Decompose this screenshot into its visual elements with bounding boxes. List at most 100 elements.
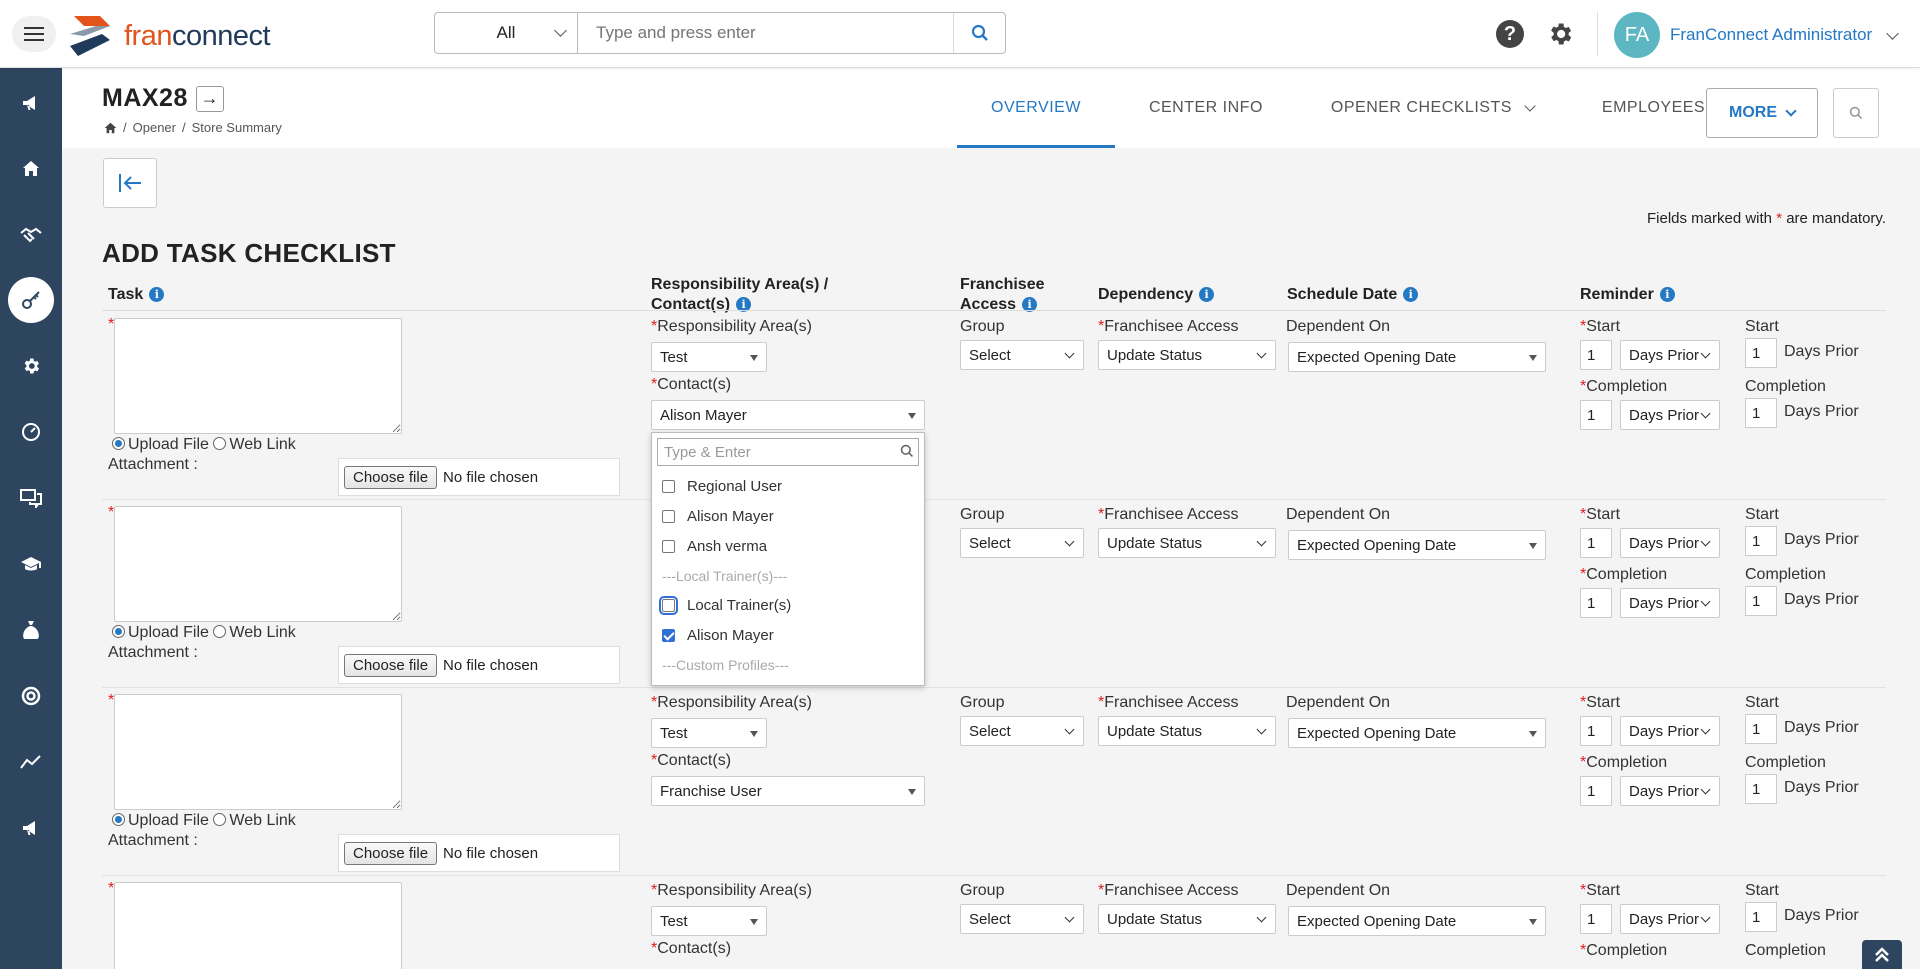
completion-days-input-2[interactable]: 1: [1745, 774, 1777, 804]
web-link-radio[interactable]: [213, 625, 227, 638]
file-input[interactable]: Choose file No file chosen: [338, 646, 620, 684]
upload-file-radio[interactable]: [112, 813, 125, 826]
task-textarea[interactable]: [114, 882, 402, 969]
header-search-button[interactable]: [1833, 88, 1879, 138]
start-days-input-2[interactable]: 1: [1745, 526, 1777, 556]
completion-days-input[interactable]: 1: [1580, 400, 1612, 430]
dropdown-option[interactable]: Local Trainer(s): [659, 596, 791, 615]
collapse-panel-button[interactable]: [103, 158, 157, 208]
start-days-input[interactable]: 1: [1580, 716, 1612, 746]
user-menu[interactable]: FA FranConnect Administrator: [1614, 12, 1900, 58]
responsibility-area-select[interactable]: Test: [651, 718, 767, 748]
task-textarea[interactable]: [114, 318, 402, 434]
tab-overview[interactable]: OVERVIEW: [957, 68, 1115, 148]
start-days-input[interactable]: 1: [1580, 904, 1612, 934]
chevron-down-icon: [1785, 105, 1797, 117]
search-icon: [971, 24, 988, 41]
dropdown-option[interactable]: Alison Mayer: [662, 508, 774, 525]
sidebar-key-icon[interactable]: [8, 277, 54, 323]
group-select[interactable]: Select: [960, 904, 1084, 934]
tab-center-info[interactable]: CENTER INFO: [1115, 68, 1297, 148]
completion-unit-select[interactable]: Days Prior: [1620, 400, 1720, 430]
completion-days-input-2[interactable]: 1: [1745, 586, 1777, 616]
checkbox[interactable]: [662, 540, 675, 553]
file-input[interactable]: Choose file No file chosen: [338, 834, 620, 872]
upload-file-radio[interactable]: [112, 437, 125, 450]
dependent-on-select[interactable]: Expected Opening Date: [1288, 530, 1546, 560]
start-unit-select[interactable]: Days Prior: [1620, 528, 1720, 558]
sidebar-megaphone-icon[interactable]: [8, 805, 54, 851]
completion-unit-select[interactable]: Days Prior: [1620, 588, 1720, 618]
sidebar-money-bag-icon[interactable]: [8, 607, 54, 653]
breadcrumb-store-summary[interactable]: Store Summary: [192, 120, 282, 135]
file-input[interactable]: Choose file No file chosen: [338, 458, 620, 496]
sidebar-megaphone-icon[interactable]: [8, 80, 54, 126]
help-icon[interactable]: ?: [1496, 20, 1524, 48]
sidebar-lifebuoy-icon[interactable]: [8, 673, 54, 719]
dropdown-option[interactable]: Regional User: [662, 478, 782, 495]
franchisee-access-select[interactable]: Update Status: [1098, 716, 1276, 746]
sidebar-handshake-icon[interactable]: [8, 212, 54, 258]
dropdown-option[interactable]: Ansh verma: [662, 538, 767, 555]
contacts-select[interactable]: Franchise User: [651, 776, 925, 806]
sidebar-home-icon[interactable]: [8, 146, 54, 192]
franchisee-access-select[interactable]: Update Status: [1098, 340, 1276, 370]
sidebar-chat-icon[interactable]: [8, 475, 54, 521]
franchisee-access-select[interactable]: Update Status: [1098, 528, 1276, 558]
task-textarea[interactable]: [114, 506, 402, 622]
web-link-radio[interactable]: [213, 437, 227, 450]
start-days-input-2[interactable]: 1: [1745, 714, 1777, 744]
responsibility-area-select[interactable]: Test: [651, 906, 767, 936]
breadcrumb-opener[interactable]: Opener: [133, 120, 176, 135]
franchisee-access-select[interactable]: Update Status: [1098, 904, 1276, 934]
contacts-select[interactable]: Alison Mayer: [651, 400, 925, 430]
home-icon[interactable]: [104, 122, 117, 134]
sidebar-graduation-cap-icon[interactable]: [8, 541, 54, 587]
info-icon[interactable]: i: [1659, 287, 1675, 303]
responsibility-area-select[interactable]: Test: [651, 342, 767, 372]
checkbox[interactable]: [662, 510, 675, 523]
start-days-input-2[interactable]: 1: [1745, 902, 1777, 932]
upload-file-radio[interactable]: [112, 625, 125, 638]
sidebar-gear-icon[interactable]: [8, 343, 54, 389]
info-icon[interactable]: i: [149, 287, 165, 303]
task-textarea[interactable]: [114, 694, 402, 810]
group-select[interactable]: Select: [960, 528, 1084, 558]
start-unit-select[interactable]: Days Prior: [1620, 716, 1720, 746]
settings-gear-icon[interactable]: [1546, 20, 1574, 48]
search-button[interactable]: [953, 13, 1005, 53]
search-scope-select[interactable]: All: [435, 13, 578, 53]
dependent-on-select[interactable]: Expected Opening Date: [1288, 342, 1546, 372]
checkbox[interactable]: [662, 480, 675, 493]
start-days-input[interactable]: 1: [1580, 340, 1612, 370]
start-days-input[interactable]: 1: [1580, 528, 1612, 558]
start-days-input-2[interactable]: 1: [1745, 338, 1777, 368]
task-row: * Upload File Web Link Attachment : Choo…: [102, 312, 1886, 500]
tab-opener-checklists[interactable]: OPENER CHECKLISTS: [1297, 68, 1568, 148]
dropdown-search-input[interactable]: Type & Enter: [657, 438, 919, 466]
checkbox-checked[interactable]: [662, 629, 675, 642]
start-unit-select[interactable]: Days Prior: [1620, 904, 1720, 934]
dependent-on-select[interactable]: Expected Opening Date: [1288, 718, 1546, 748]
info-icon[interactable]: i: [1199, 287, 1215, 303]
scroll-to-top-button[interactable]: [1862, 940, 1902, 969]
checkbox[interactable]: [659, 596, 678, 615]
web-link-radio[interactable]: [213, 813, 227, 826]
start-unit-select[interactable]: Days Prior: [1620, 340, 1720, 370]
more-button[interactable]: MORE: [1706, 88, 1818, 138]
arrow-right-icon[interactable]: →: [195, 85, 224, 112]
dropdown-option[interactable]: Alison Mayer: [662, 627, 774, 644]
info-icon[interactable]: i: [1403, 287, 1419, 303]
menu-icon[interactable]: [12, 16, 56, 52]
franconnect-logo[interactable]: franconnect: [66, 12, 271, 60]
dependent-on-select[interactable]: Expected Opening Date: [1288, 906, 1546, 936]
sidebar-trend-line-icon[interactable]: [8, 739, 54, 785]
completion-unit-select[interactable]: Days Prior: [1620, 776, 1720, 806]
completion-days-input[interactable]: 1: [1580, 588, 1612, 618]
search-input[interactable]: [578, 13, 953, 53]
completion-days-input[interactable]: 1: [1580, 776, 1612, 806]
group-select[interactable]: Select: [960, 340, 1084, 370]
completion-days-input-2[interactable]: 1: [1745, 398, 1777, 428]
group-select[interactable]: Select: [960, 716, 1084, 746]
sidebar-gauge-icon[interactable]: [8, 409, 54, 455]
